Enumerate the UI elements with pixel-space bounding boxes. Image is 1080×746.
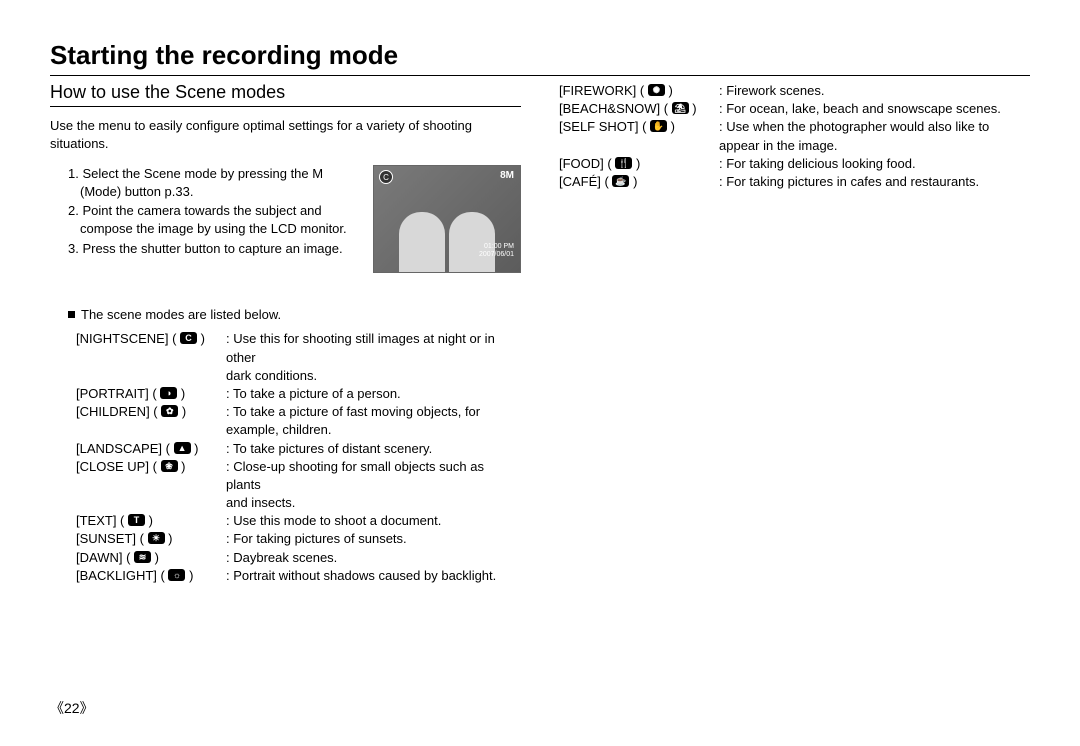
- scene-mode-icon: [161, 460, 178, 472]
- lcd-date: 2007/06/01: [479, 251, 514, 259]
- scene-mode-description: To take a picture of fast moving objects…: [226, 403, 521, 421]
- scene-mode-description: Use when the photographer would also lik…: [719, 118, 1030, 136]
- scene-mode-icon: [650, 120, 667, 132]
- scene-mode-label: [FOOD] ( ): [559, 155, 719, 173]
- scene-mode-row: [CLOSE UP] ( )Close-up shooting for smal…: [76, 458, 521, 494]
- intro-text: Use the menu to easily configure optimal…: [50, 117, 521, 153]
- scene-mode-label: [CAFÉ] ( ): [559, 173, 719, 191]
- scene-mode-icon: [134, 551, 151, 563]
- scene-mode-icon: [672, 102, 689, 114]
- scene-mode-row: [BEACH&SNOW] ( )For ocean, lake, beach a…: [559, 100, 1030, 118]
- scene-mode-icon: [174, 442, 191, 454]
- left-column: How to use the Scene modes Use the menu …: [50, 82, 521, 585]
- right-column: [FIREWORK] ( )Firework scenes.[BEACH&SNO…: [559, 82, 1030, 585]
- modes-list-left: [NIGHTSCENE] ( )Use this for shooting st…: [50, 330, 521, 585]
- scene-mode-description-cont: and insects.: [226, 494, 521, 512]
- step-3: 3. Press the shutter button to capture a…: [68, 240, 363, 258]
- scene-mode-description-cont: appear in the image.: [719, 137, 1030, 155]
- scene-mode-icon: [168, 569, 185, 581]
- scene-mode-row: [BACKLIGHT] ( )Portrait without shadows …: [76, 567, 521, 585]
- scene-mode-description: To take pictures of distant scenery.: [226, 440, 521, 458]
- scene-mode-row: [NIGHTSCENE] ( )Use this for shooting st…: [76, 330, 521, 366]
- steps-text: 1. Select the Scene mode by pressing the…: [50, 165, 363, 273]
- scene-mode-label: [DAWN] ( ): [76, 549, 226, 567]
- lcd-quality-indicator: 8M: [500, 170, 514, 181]
- scene-mode-label: [SELF SHOT] ( ): [559, 118, 719, 136]
- scene-mode-row: [FIREWORK] ( )Firework scenes.: [559, 82, 1030, 100]
- scene-mode-row: [SELF SHOT] ( )Use when the photographer…: [559, 118, 1030, 136]
- lcd-timestamp: 01:00 PM 2007/06/01: [479, 243, 514, 258]
- scene-mode-label: [BEACH&SNOW] ( ): [559, 100, 719, 118]
- scene-mode-description: Close-up shooting for small objects such…: [226, 458, 521, 494]
- scene-mode-row: [TEXT] ( )Use this mode to shoot a docum…: [76, 512, 521, 530]
- scene-mode-icon: [160, 387, 177, 399]
- scene-mode-label: [TEXT] ( ): [76, 512, 226, 530]
- scene-mode-icon: [148, 532, 165, 544]
- scene-mode-icon: [648, 84, 665, 96]
- scene-mode-label: [LANDSCAPE] ( ): [76, 440, 226, 458]
- step-2: 2. Point the camera towards the subject …: [68, 202, 363, 237]
- scene-mode-description-cont: dark conditions.: [226, 367, 521, 385]
- scene-mode-label: [CHILDREN] ( ): [76, 403, 226, 421]
- step-1: 1. Select the Scene mode by pressing the…: [68, 165, 363, 200]
- modes-list-right: [FIREWORK] ( )Firework scenes.[BEACH&SNO…: [559, 82, 1030, 191]
- scene-mode-description-cont: example, children.: [226, 421, 521, 439]
- scene-mode-description: For taking delicious looking food.: [719, 155, 1030, 173]
- page-number: 《22》: [50, 698, 94, 718]
- scene-mode-icon: [161, 405, 178, 417]
- scene-mode-description: Use this mode to shoot a document.: [226, 512, 521, 530]
- scene-mode-row: [FOOD] ( )For taking delicious looking f…: [559, 155, 1030, 173]
- two-column-layout: How to use the Scene modes Use the menu …: [50, 82, 1030, 585]
- scene-mode-icon: [128, 514, 145, 526]
- scene-mode-label: [CLOSE UP] ( ): [76, 458, 226, 494]
- scene-mode-row: [CAFÉ] ( )For taking pictures in cafes a…: [559, 173, 1030, 191]
- scene-mode-description: To take a picture of a person.: [226, 385, 521, 403]
- scene-mode-description: Firework scenes.: [719, 82, 1030, 100]
- page-title: Starting the recording mode: [50, 40, 1030, 76]
- scene-mode-icon: [615, 157, 632, 169]
- scene-mode-row: [CHILDREN] ( )To take a picture of fast …: [76, 403, 521, 421]
- lcd-subject-1: [399, 212, 445, 272]
- scene-mode-row: [PORTRAIT] ( )To take a picture of a per…: [76, 385, 521, 403]
- scene-mode-label: [FIREWORK] ( ): [559, 82, 719, 100]
- scene-mode-icon: [612, 175, 629, 187]
- lcd-preview-image: C 8M 01:00 PM 2007/06/01: [373, 165, 521, 273]
- scene-mode-description: Portrait without shadows caused by backl…: [226, 567, 521, 585]
- scene-mode-description: For ocean, lake, beach and snowscape sce…: [719, 100, 1030, 118]
- scene-mode-label: [NIGHTSCENE] ( ): [76, 330, 226, 366]
- scene-mode-row: [SUNSET] ( )For taking pictures of sunse…: [76, 530, 521, 548]
- scene-mode-description: Daybreak scenes.: [226, 549, 521, 567]
- lcd-time: 01:00 PM: [479, 243, 514, 251]
- scene-mode-label: [SUNSET] ( ): [76, 530, 226, 548]
- scene-mode-label: [BACKLIGHT] ( ): [76, 567, 226, 585]
- section-subtitle: How to use the Scene modes: [50, 82, 521, 107]
- modes-list-heading: The scene modes are listed below.: [68, 307, 521, 322]
- scene-mode-description: For taking pictures of sunsets.: [226, 530, 521, 548]
- scene-mode-description: For taking pictures in cafes and restaur…: [719, 173, 1030, 191]
- scene-mode-icon: [180, 332, 197, 344]
- scene-mode-row: [DAWN] ( )Daybreak scenes.: [76, 549, 521, 567]
- steps-area: 1. Select the Scene mode by pressing the…: [50, 165, 521, 273]
- scene-mode-label: [PORTRAIT] ( ): [76, 385, 226, 403]
- scene-mode-description: Use this for shooting still images at ni…: [226, 330, 521, 366]
- scene-mode-row: [LANDSCAPE] ( )To take pictures of dista…: [76, 440, 521, 458]
